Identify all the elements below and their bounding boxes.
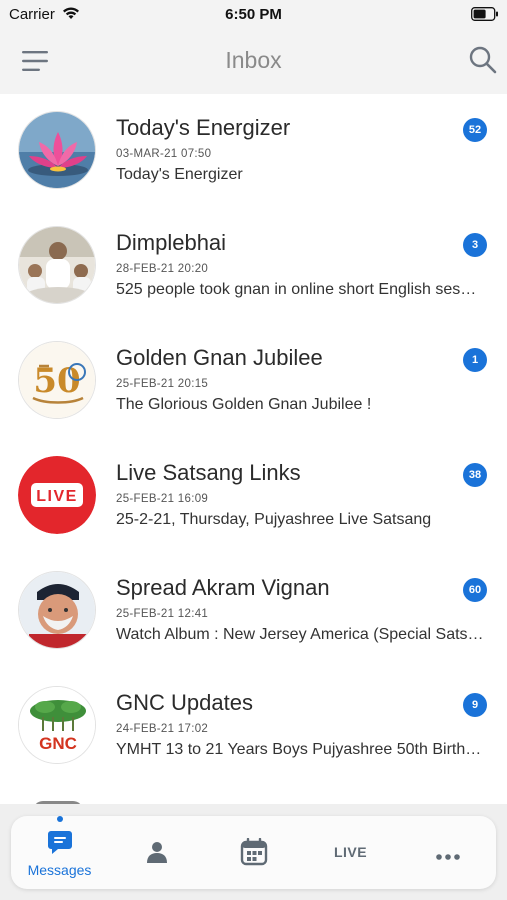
unread-badge: 1 (463, 348, 487, 372)
calendar-icon (205, 837, 302, 871)
gnc-logo-text: GNC (39, 734, 77, 753)
message-preview: 25-2-21, Thursday, Pujyashree Live Satsa… (116, 511, 432, 528)
unread-badge: 9 (463, 693, 487, 717)
message-title: Spread Akram Vignan (116, 575, 330, 600)
message-title: GNC Updates (116, 690, 253, 715)
more-dots-icon (399, 848, 496, 866)
live-logo-avatar: LIVE (18, 456, 96, 534)
tab-area: Messages LIVE (0, 804, 507, 900)
hamburger-menu-icon[interactable] (20, 48, 50, 74)
nav-bar: Inbox (0, 30, 507, 94)
unread-badge: 52 (463, 118, 487, 142)
message-title: Dimplebhai (116, 230, 227, 255)
tab-messages-label: Messages (27, 862, 92, 878)
gnan-50-logo: 50 (18, 341, 96, 419)
message-preview: 525 people took gnan in online short Eng… (116, 281, 484, 298)
message-date: 03-MAR-21 07:50 (116, 148, 212, 160)
person-photo-avatar (18, 571, 96, 649)
message-item-golden-gnan-jubilee[interactable]: 50 Golden Gnan Jubilee 25-FEB-21 20:15 T… (0, 324, 507, 439)
message-title: Today's Energizer (116, 115, 291, 140)
message-item-dimplebhai[interactable]: Dimplebhai 28-FEB-21 20:20 525 people to… (0, 209, 507, 324)
message-title: Golden Gnan Jubilee (116, 345, 323, 370)
status-bar: Carrier 6:50 PM (0, 0, 507, 30)
person-photo-avatar (18, 226, 96, 304)
tab-bar: Messages LIVE (11, 816, 496, 889)
live-logo-text: LIVE (36, 488, 78, 505)
clock: 6:50 PM (225, 6, 282, 23)
tab-calendar[interactable] (205, 816, 302, 889)
live-tab-text: LIVE (333, 844, 368, 860)
unread-badge: 38 (463, 463, 487, 487)
message-date: 25-FEB-21 12:41 (116, 608, 209, 620)
unread-badge: 3 (463, 233, 487, 257)
unread-badge: 60 (463, 578, 487, 602)
page-title: Inbox (225, 47, 282, 73)
message-item-gnc-updates[interactable]: GNC GNC Updates 24-FEB-21 17:02 YMHT 13 … (0, 669, 507, 784)
tab-profile[interactable] (108, 816, 205, 889)
person-icon (108, 840, 205, 869)
message-date: 25-FEB-21 16:09 (116, 493, 209, 505)
message-preview: Today's Energizer (116, 166, 243, 183)
live-icon: LIVE (302, 844, 399, 862)
battery-icon (471, 7, 499, 26)
message-title: Live Satsang Links (116, 460, 301, 485)
message-date: 25-FEB-21 20:15 (116, 378, 209, 390)
tab-live[interactable]: LIVE (302, 816, 399, 889)
message-preview: YMHT 13 to 21 Years Boys Pujyashree 50th… (116, 741, 484, 758)
message-preview: Watch Album : New Jersey America (Specia… (116, 626, 484, 643)
lotus-avatar (18, 111, 96, 189)
active-indicator (57, 816, 63, 822)
message-item-spread-akram-vignan[interactable]: Spread Akram Vignan 25-FEB-21 12:41 Watc… (0, 554, 507, 669)
message-item-todays-energizer[interactable]: Today's Energizer 03-MAR-21 07:50 Today'… (0, 94, 507, 209)
gnc-tree-logo: GNC (18, 686, 96, 764)
message-list: Today's Energizer 03-MAR-21 07:50 Today'… (0, 94, 507, 804)
chat-bubble-icon (11, 828, 108, 861)
tab-messages[interactable]: Messages (11, 816, 108, 889)
message-date: 28-FEB-21 20:20 (116, 263, 209, 275)
search-icon[interactable] (467, 44, 499, 76)
tab-more[interactable] (399, 816, 496, 889)
message-preview: The Glorious Golden Gnan Jubilee ! (116, 396, 372, 413)
message-item-live-satsang-links[interactable]: LIVE Live Satsang Links 25-FEB-21 16:09 … (0, 439, 507, 554)
message-date: 24-FEB-21 17:02 (116, 723, 209, 735)
